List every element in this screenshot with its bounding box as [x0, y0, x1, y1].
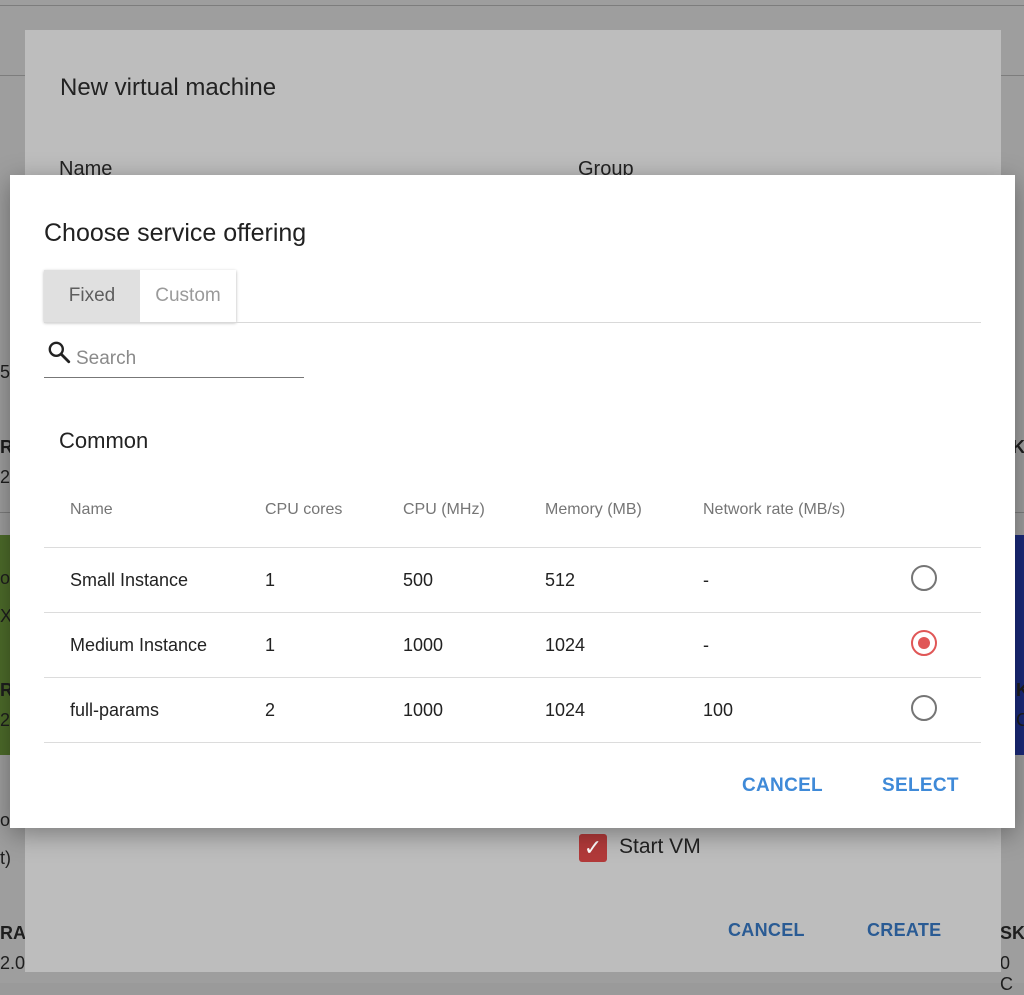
background-divider — [0, 5, 1024, 6]
vm-cancel-button[interactable]: CANCEL — [728, 920, 805, 941]
new-vm-title: New virtual machine — [60, 74, 277, 101]
dialog-title: Choose service offering — [44, 219, 307, 247]
background-text: SK — [1000, 923, 1024, 943]
offering-tabs: Fixed Custom — [44, 270, 236, 322]
offering-memory: 1024 — [545, 700, 586, 720]
offering-memory: 1024 — [545, 635, 586, 655]
column-header-cpu-cores: CPU cores — [265, 501, 343, 518]
table-header: Name CPU cores CPU (MHz) Memory (MB) Net… — [44, 487, 981, 548]
search-input[interactable] — [74, 343, 303, 375]
start-vm-checkbox[interactable]: ✓ — [579, 834, 607, 862]
offering-cpu-mhz: 1000 — [403, 700, 444, 720]
tabs-divider — [44, 322, 981, 323]
cancel-button[interactable]: CANCEL — [742, 775, 823, 797]
section-title-common: Common — [59, 428, 149, 453]
offering-network-rate: - — [703, 570, 709, 590]
offering-cpu-mhz: 500 — [403, 570, 434, 590]
background-text: RA — [0, 923, 26, 943]
search-icon — [48, 341, 71, 364]
tab-custom[interactable]: Custom — [140, 270, 236, 322]
column-header-network-rate: Network rate (MB/s) — [703, 501, 846, 518]
offering-memory: 512 — [545, 570, 576, 590]
start-vm-label: Start VM — [619, 835, 701, 858]
background-text: K — [1016, 680, 1024, 700]
select-button[interactable]: SELECT — [882, 775, 959, 797]
table-row[interactable]: Small Instance 1 500 512 - — [44, 548, 981, 613]
create-button[interactable]: CREATE — [867, 920, 941, 941]
offering-radio[interactable] — [911, 695, 937, 721]
background-text: t) — [0, 848, 11, 868]
offering-cpu-mhz: 1000 — [403, 635, 444, 655]
column-header-cpu-mhz: CPU (MHz) — [403, 501, 485, 518]
offering-radio[interactable] — [911, 565, 937, 591]
tab-fixed[interactable]: Fixed — [44, 270, 140, 322]
offering-cpu-cores: 1 — [265, 635, 276, 655]
table-row[interactable]: full-params 2 1000 1024 100 — [44, 678, 981, 743]
service-offering-dialog: Choose service offering Fixed Custom Com… — [10, 175, 1015, 828]
offering-network-rate: 100 — [703, 700, 734, 720]
offering-cpu-cores: 2 — [265, 700, 276, 720]
search-field — [44, 337, 304, 378]
column-header-name: Name — [70, 501, 113, 518]
offering-network-rate: - — [703, 635, 709, 655]
background-text: C — [1016, 710, 1024, 730]
offering-cpu-cores: 1 — [265, 570, 276, 590]
table-row[interactable]: Medium Instance 1 1000 1024 - — [44, 613, 981, 678]
offerings-table: Name CPU cores CPU (MHz) Memory (MB) Net… — [44, 487, 981, 743]
offering-name: Small Instance — [70, 570, 189, 590]
offering-radio[interactable] — [911, 630, 937, 656]
column-header-memory: Memory (MB) — [545, 501, 642, 518]
background-text: 0 C — [1000, 953, 1013, 994]
offering-name: full-params — [70, 700, 160, 720]
offering-name: Medium Instance — [70, 635, 208, 655]
